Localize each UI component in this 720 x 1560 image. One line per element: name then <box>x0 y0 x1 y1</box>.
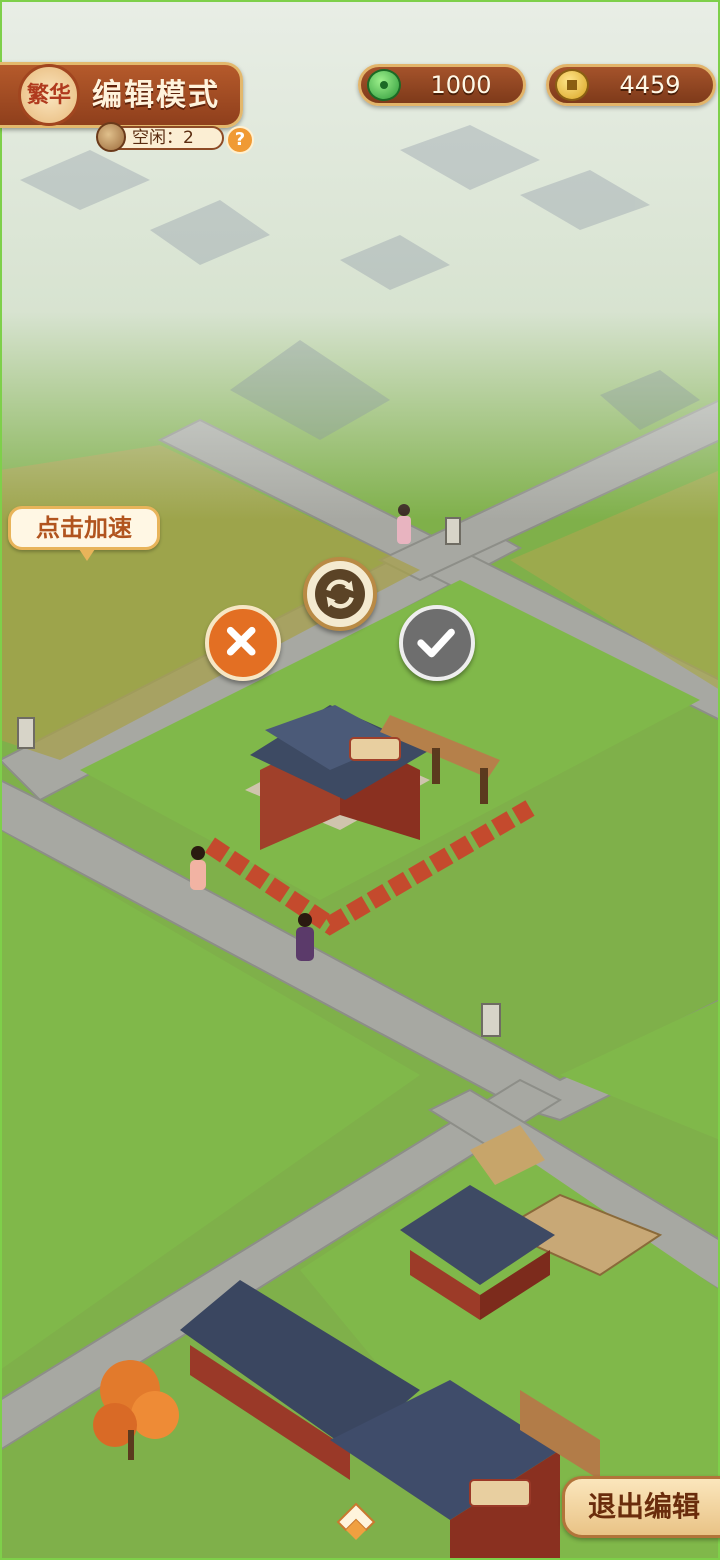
edit-mode-badge: 繁华 编辑模式 空闲：2 ? <box>0 62 254 154</box>
speed-up-bubble[interactable]: 点击加速 <box>8 506 160 561</box>
close-icon <box>226 626 256 656</box>
stone-lantern <box>17 717 35 749</box>
worker-icon <box>96 122 126 152</box>
idle-workers-label: 空闲：2 <box>132 128 194 148</box>
coin-amount: 4459 <box>619 71 681 99</box>
copper-coin-icon <box>555 69 589 101</box>
idle-workers-pill[interactable]: 空闲：2 <box>96 122 224 152</box>
jade-icon <box>367 69 401 101</box>
villager-man <box>298 913 312 927</box>
rotate-icon <box>326 579 354 609</box>
villager-woman <box>191 846 205 860</box>
stone-lantern <box>481 1003 501 1037</box>
coin-currency[interactable]: 4459 <box>546 64 716 106</box>
exit-edit-button[interactable]: 退出编辑 <box>562 1476 720 1538</box>
city-map[interactable] <box>0 0 720 1560</box>
jade-currency[interactable]: 1000 <box>358 64 526 106</box>
expand-button[interactable] <box>336 1500 376 1544</box>
check-icon <box>417 628 455 658</box>
emblem-text: 繁华 <box>27 82 72 108</box>
stone-lantern <box>445 517 461 545</box>
game-screen: 繁华 编辑模式 空闲：2 ? 1000 4459 点击加速 退出编辑 <box>0 0 720 1560</box>
jade-amount: 1000 <box>430 71 492 99</box>
exit-edit-label: 退出编辑 <box>587 1490 700 1523</box>
help-button[interactable]: ? <box>226 126 254 154</box>
rotate-button[interactable] <box>303 557 377 631</box>
confirm-button[interactable] <box>399 605 475 681</box>
mode-title: 编辑模式 <box>92 78 220 113</box>
speed-up-label: 点击加速 <box>36 514 132 542</box>
prosperity-emblem: 繁华 <box>18 64 80 126</box>
cancel-button[interactable] <box>205 605 281 681</box>
